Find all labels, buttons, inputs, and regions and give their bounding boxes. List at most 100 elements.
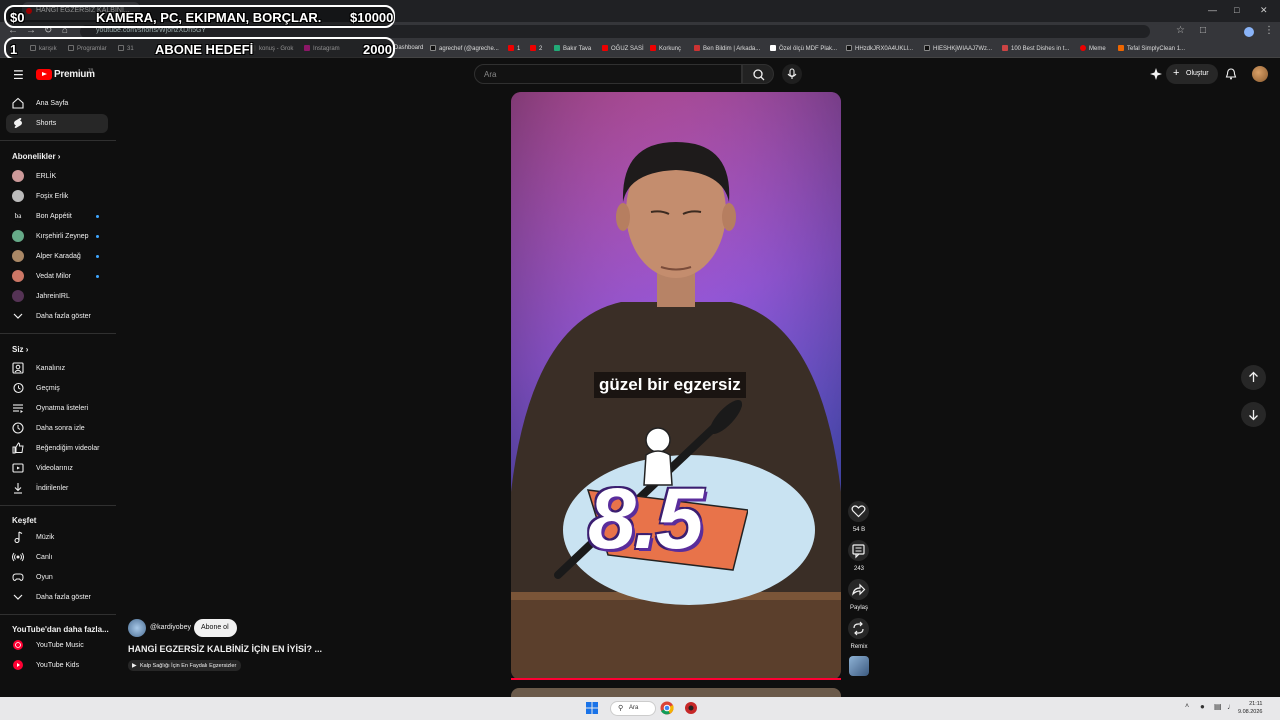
share-label: Paylaş [849,605,868,611]
hamburger-menu-icon[interactable]: ☰ [13,68,24,82]
previous-short-button[interactable] [1241,365,1266,390]
sidebar-channel-vedat-milor[interactable]: Vedat Milor [6,267,108,286]
bookmark-item[interactable]: OĞUZ SASİ [602,45,644,52]
sidebar-item-live[interactable]: Canlı [6,548,108,567]
sub-goal-target: 2000 [363,42,392,57]
sidebar-item-home[interactable]: Ana Sayfa [6,94,108,113]
bookmark-item[interactable]: agrechef (@agreche... [430,45,499,52]
channel-avatar [12,190,24,202]
bookmark-item[interactable]: 2 [530,45,542,52]
bookmark-item[interactable]: Ben Bildim | Arkada... [694,45,760,52]
subscribe-button[interactable]: Abone ol [194,619,237,637]
channel-handle[interactable]: @kardiyobey [150,624,191,631]
sidebar-item-gaming[interactable]: Oyun [6,568,108,587]
sidebar-channel-bon-appetit[interactable]: ba Bon Appétit [6,207,108,226]
sidebar-item-your-channel[interactable]: Kanalınız [6,359,108,378]
clock-time: 21:11 [1249,701,1263,707]
channel-avatar[interactable] [128,619,146,637]
menu-kebab-icon[interactable]: ⋮ [1264,25,1274,36]
exercise-score-value: 8.5 [588,471,704,567]
goal-target-value: $10000 [350,10,394,25]
sidebar-item-youtube-music[interactable]: YouTube Music [6,636,108,655]
windows-start-icon[interactable] [586,702,598,714]
sidebar-show-more-subscriptions[interactable]: Daha fazla göster [6,307,108,326]
bookmark-item[interactable]: Tefal SimplyClean 1... [1118,45,1185,52]
notifications-bell-icon[interactable] [1224,67,1238,81]
sidebar-item-music[interactable]: Müzik [6,528,108,547]
channel-avatar [12,170,24,182]
bookmark-star-icon[interactable]: ☆ [1176,25,1185,36]
goal-label: KAMERA, PC, EKIPMAN, BORÇLAR. [96,10,322,25]
extensions-icon[interactable]: □ [1200,25,1206,36]
sidebar-channel-erlik[interactable]: ERLİK [6,167,108,186]
bookmark-item[interactable]: Korkunç [650,45,681,52]
bookmark-item[interactable]: Dashboard [394,45,423,51]
close-window-icon[interactable]: ✕ [1260,5,1268,16]
channel-avatar [12,250,24,262]
comments-button[interactable] [848,540,869,561]
search-icon [753,69,765,81]
comment-count: 243 [853,566,864,572]
next-short-button[interactable] [1241,402,1266,427]
create-button[interactable]: + Oluştur [1166,64,1218,84]
chrome-icon[interactable] [660,701,674,715]
sidebar-item-watch-later[interactable]: Daha sonra izle [6,419,108,438]
network-icon[interactable]: ▤ [1214,702,1222,711]
arrow-up-icon [1249,371,1258,382]
you-header[interactable]: Siz › [12,345,28,354]
sidebar-item-history[interactable]: Geçmiş [6,379,108,398]
live-icon [12,552,24,562]
comment-icon [852,544,865,559]
bookmark-item[interactable]: Bakır Tava [554,45,591,52]
bookmark-item[interactable]: Meme [1080,45,1106,52]
bookmark-item[interactable]: HIESHKjWIAAJ7Wz... [924,45,992,52]
related-video-chip[interactable]: ▶ Kalp Sağlığı İçin En Faydalı Egzersizl… [128,660,242,671]
sidebar-channel-alper-karadag[interactable]: Alper Karadağ [6,247,108,266]
sidebar-item-downloads[interactable]: İndirilenler [6,479,108,498]
taskbar-search[interactable]: ⚲ Ara [610,701,656,716]
sidebar-item-playlists[interactable]: Oynatma listeleri [6,399,108,418]
sidebar-item-your-videos[interactable]: Videolarınız [6,459,108,478]
mic-tray-icon[interactable]: ● [1200,702,1205,711]
sidebar-item-youtube-kids[interactable]: YouTube Kids [6,656,108,675]
volume-icon[interactable]: ♩ [1227,702,1235,711]
sub-goal-label: ABONE HEDEFİ [155,42,254,57]
profile-icon[interactable] [1244,27,1254,37]
maximize-icon[interactable]: □ [1234,5,1239,15]
channel-avatar [12,230,24,242]
subscriptions-header[interactable]: Abonelikler › [12,152,60,161]
tray-chevron-icon[interactable]: ˄ [1185,703,1189,710]
audio-track-thumbnail[interactable] [849,656,869,676]
sparkle-icon[interactable] [1149,67,1163,81]
video-progress-bar[interactable] [511,678,841,680]
sidebar-channel-kirsehirli-zeynep[interactable]: Kırşehirli Zeynep [6,227,108,246]
system-clock[interactable]: 21:11 9.08.2026 [1238,700,1262,716]
goal-start-value: $0 [10,10,25,25]
voice-search-button[interactable] [782,64,802,84]
like-button[interactable] [848,501,869,522]
sidebar-channel-jahreinirl[interactable]: JahreinIRL [6,287,108,306]
youtube-music-icon [13,640,23,650]
share-icon [852,583,866,596]
youtube-logo-icon[interactable] [36,69,52,80]
minimize-icon[interactable]: — [1208,5,1217,15]
search-button[interactable] [742,64,774,84]
search-input[interactable]: Ara [474,64,742,84]
heart-icon [851,505,866,518]
windows-taskbar: ⚲ Ara ˄ ● ▤ ♩ 21:11 9.08.2026 [0,697,1280,720]
short-title[interactable]: HANGİ EGZERSİZ KALBİNİZ İÇİN EN İYİSİ? .… [128,644,322,654]
sidebar-item-shorts[interactable]: Shorts [6,114,108,133]
sidebar-item-liked-videos[interactable]: Beğendiğim videolar [6,439,108,458]
remix-button[interactable] [848,618,869,639]
account-avatar[interactable] [1252,66,1268,82]
more-from-youtube-header: YouTube'dan daha fazla... [12,625,109,634]
bookmark-item[interactable]: 100 Best Dishes in t... [1002,45,1069,52]
bookmark-item[interactable]: HHzdkJRX0A4UKLl... [846,45,913,52]
app-icon[interactable] [684,701,698,715]
bookmark-item[interactable]: Özel ölçü MDF Plak... [770,45,837,52]
sidebar-show-more-explore[interactable]: Daha fazla göster [6,588,108,607]
sidebar-channel-fosix-erlik[interactable]: Foşix Erlik [6,187,108,206]
music-icon [14,531,23,543]
bookmark-item[interactable]: 1 [508,45,520,52]
share-button[interactable] [848,579,869,600]
